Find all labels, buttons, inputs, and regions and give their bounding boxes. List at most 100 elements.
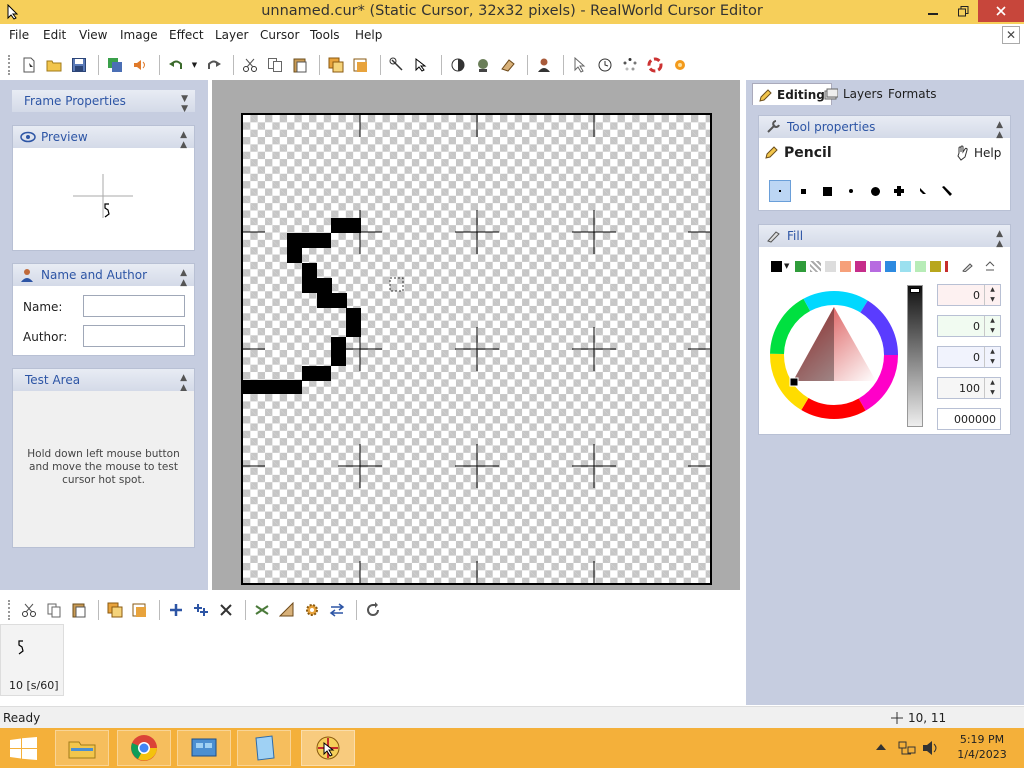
name-author-header[interactable]: Name and Author ▲ ▲ [13, 264, 194, 288]
save-frames-icon[interactable] [104, 54, 126, 76]
taskbar-explorer[interactable] [55, 730, 109, 766]
tab-layers[interactable]: Layers [818, 83, 889, 105]
effect-icon[interactable] [669, 54, 691, 76]
refresh-icon[interactable] [362, 599, 384, 621]
name-input[interactable] [83, 295, 185, 317]
sound-icon[interactable] [129, 54, 151, 76]
brush-size-8[interactable] [935, 186, 959, 196]
user-icon[interactable] [533, 54, 555, 76]
brush-size-7[interactable] [911, 188, 935, 194]
alpha-value-input[interactable]: 100 ▲ ▼ [937, 377, 1001, 399]
swatch-peach[interactable] [840, 260, 852, 272]
undo-dropdown-icon[interactable]: ▼ [190, 54, 199, 76]
swatch-red[interactable] [945, 260, 949, 272]
collapse-icon[interactable]: ▲ ▲ [180, 373, 187, 393]
brush-size-6[interactable] [887, 186, 911, 196]
menu-cursor[interactable]: Cursor [260, 28, 299, 42]
hex-value-input[interactable]: 000000 [937, 408, 1001, 430]
clock-icon[interactable] [594, 54, 616, 76]
cursor-test-icon[interactable] [411, 54, 433, 76]
red-value-input[interactable]: 0 ▲ ▼ [937, 284, 1001, 306]
preview-header[interactable]: Preview ▲ ▲ [13, 126, 194, 150]
test-area-header[interactable]: Test Area ▲ ▲ [13, 369, 194, 393]
swatch-mint[interactable] [915, 260, 927, 272]
start-button[interactable] [10, 737, 38, 761]
hotspot-tool-icon[interactable] [386, 54, 408, 76]
frame-properties-header[interactable]: Frame Properties ▼ ▼ [12, 90, 195, 114]
menu-help[interactable]: Help [355, 28, 382, 42]
green-spinner-icon[interactable]: ▲ ▼ [984, 316, 1000, 336]
blue-spinner-icon[interactable]: ▲ ▼ [984, 347, 1000, 367]
taskbar-chrome[interactable] [117, 730, 171, 766]
drawing-canvas[interactable] [241, 113, 712, 585]
clock[interactable]: 5:19 PM 1/4/2023 [950, 732, 1014, 762]
color-picker-icon[interactable] [962, 260, 974, 272]
collapse-icon[interactable]: ▲ ▲ [180, 130, 187, 150]
color-dropdown-icon[interactable]: ▼ [784, 262, 789, 270]
menu-view[interactable]: View [79, 28, 107, 42]
redo-icon[interactable] [203, 54, 225, 76]
menu-image[interactable]: Image [120, 28, 158, 42]
swatch-cyan[interactable] [900, 260, 912, 272]
frame-thumbnail[interactable]: 10 [s/60] [0, 624, 64, 696]
brush-size-4[interactable] [839, 189, 863, 193]
help-button[interactable]: Help [955, 145, 1001, 161]
globe-icon[interactable] [472, 54, 494, 76]
contrast-icon[interactable] [447, 54, 469, 76]
network-icon[interactable] [898, 740, 916, 756]
copy-icon[interactable] [264, 54, 286, 76]
swap-frames-icon[interactable] [326, 599, 348, 621]
pointer-icon[interactable] [569, 54, 591, 76]
copy-frame-icon[interactable] [43, 599, 65, 621]
duplicate-frame-icon[interactable] [190, 599, 212, 621]
settings-gear-icon[interactable] [301, 599, 323, 621]
red-spinner-icon[interactable]: ▲ ▼ [984, 285, 1000, 305]
close-button[interactable] [978, 0, 1024, 22]
swap-colors-icon[interactable] [984, 260, 996, 272]
undo-icon[interactable] [165, 54, 187, 76]
open-folder-icon[interactable] [43, 54, 65, 76]
frame-icon[interactable] [350, 54, 372, 76]
menu-layer[interactable]: Layer [215, 28, 248, 42]
new-file-icon[interactable] [18, 54, 40, 76]
show-hidden-icons[interactable] [876, 743, 886, 751]
volume-icon[interactable] [922, 740, 940, 756]
swatch-blue[interactable] [885, 260, 897, 272]
document-close-icon[interactable]: ✕ [1002, 26, 1020, 44]
swatch-gray[interactable] [825, 260, 837, 272]
swatch-green[interactable] [795, 260, 807, 272]
delete-frame-icon[interactable] [215, 599, 237, 621]
expand-icon[interactable]: ▼ ▼ [181, 94, 188, 114]
taskbar-cursor-editor[interactable] [301, 730, 355, 766]
fill-header[interactable]: Fill ▲ ▲ [759, 225, 1010, 249]
tool-properties-header[interactable]: Tool properties ▲ ▲ [759, 116, 1010, 140]
tab-formats[interactable]: Formats [882, 83, 943, 105]
paste-icon[interactable] [289, 54, 311, 76]
author-input[interactable] [83, 325, 185, 347]
scissors-frame-icon[interactable] [251, 599, 273, 621]
collapse-icon[interactable]: ▲ ▲ [996, 229, 1003, 249]
busy-icon[interactable] [619, 54, 641, 76]
swatch-magenta[interactable] [855, 260, 867, 272]
color-wheel[interactable] [768, 289, 900, 421]
taskbar-control-panel[interactable] [177, 730, 231, 766]
taskbar-notepad[interactable] [237, 730, 291, 766]
color-wheel-icon[interactable] [644, 54, 666, 76]
menu-edit[interactable]: Edit [43, 28, 66, 42]
swatch-olive[interactable] [930, 260, 942, 272]
brush-size-3[interactable] [815, 186, 839, 196]
frame-image-icon[interactable] [129, 599, 151, 621]
paste-frame-icon[interactable] [68, 599, 90, 621]
cut-frame-icon[interactable] [18, 599, 40, 621]
swatch-transparent[interactable] [810, 260, 822, 272]
cut-icon[interactable] [239, 54, 261, 76]
menu-effect[interactable]: Effect [169, 28, 204, 42]
alpha-spinner-icon[interactable]: ▲ ▼ [984, 378, 1000, 398]
toolbar-grip[interactable] [8, 600, 13, 620]
frame-layers-icon[interactable] [104, 599, 126, 621]
add-frame-icon[interactable] [165, 599, 187, 621]
save-icon[interactable] [68, 54, 90, 76]
toolbar-grip[interactable] [8, 55, 13, 75]
collapse-icon[interactable]: ▲ ▲ [180, 268, 187, 288]
menu-file[interactable]: File [9, 28, 29, 42]
